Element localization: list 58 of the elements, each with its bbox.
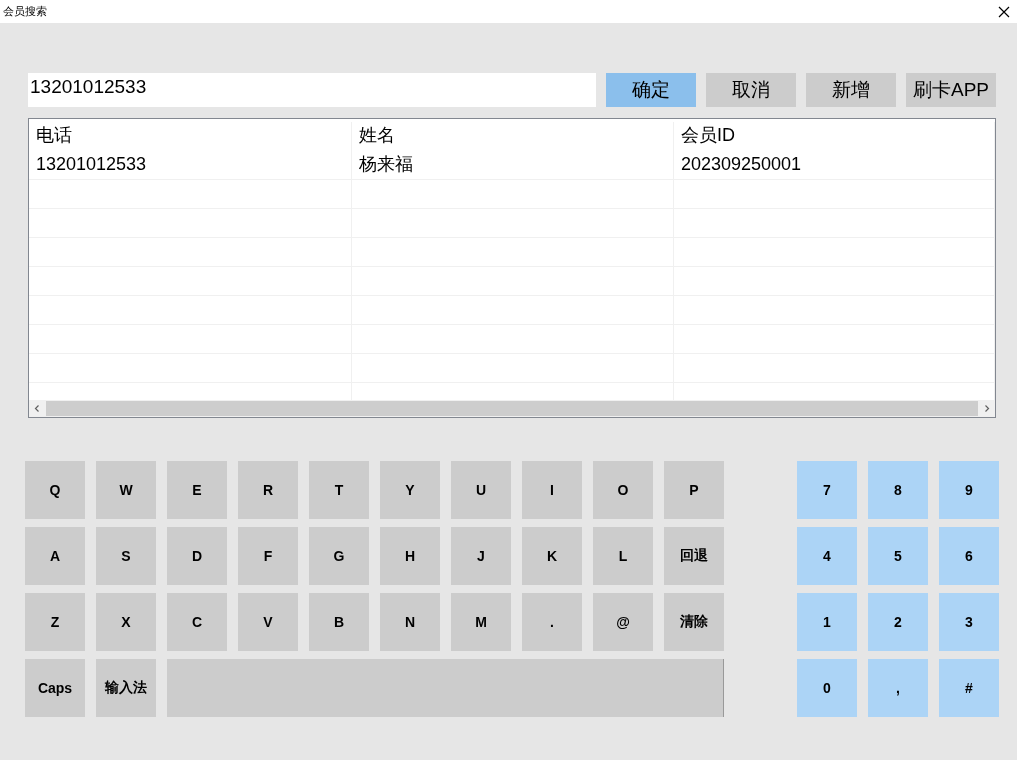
numpad-key[interactable]: 1 <box>797 593 857 651</box>
keyboard-key[interactable]: P <box>664 461 724 519</box>
keyboard-key[interactable]: Q <box>25 461 85 519</box>
keyboard-key[interactable]: R <box>238 461 298 519</box>
numpad-key[interactable]: 4 <box>797 527 857 585</box>
keyboard-key[interactable]: 回退 <box>664 527 724 585</box>
numpad-key[interactable]: 2 <box>868 593 928 651</box>
keyboard-key[interactable]: V <box>238 593 298 651</box>
table-cell: 202309250001 <box>674 151 995 179</box>
numpad-key[interactable]: 3 <box>939 593 999 651</box>
horizontal-scrollbar[interactable] <box>29 400 995 417</box>
keyboard-key[interactable]: 清除 <box>664 593 724 651</box>
search-field[interactable]: 13201012533 <box>28 73 596 107</box>
keyboard-key[interactable]: T <box>309 461 369 519</box>
column-header: 姓名 <box>352 122 674 151</box>
numpad-key[interactable]: 8 <box>868 461 928 519</box>
keyboard-key[interactable]: L <box>593 527 653 585</box>
numpad-key[interactable]: 6 <box>939 527 999 585</box>
table-cell: 杨来福 <box>352 151 674 179</box>
numpad-key[interactable]: 9 <box>939 461 999 519</box>
keyboard-key[interactable]: U <box>451 461 511 519</box>
keyboard-key[interactable]: F <box>238 527 298 585</box>
keyboard-key[interactable]: D <box>167 527 227 585</box>
keyboard-key[interactable]: G <box>309 527 369 585</box>
numpad-key[interactable]: 7 <box>797 461 857 519</box>
keyboard-key[interactable]: @ <box>593 593 653 651</box>
numpad-key[interactable]: 0 <box>797 659 857 717</box>
numpad-key[interactable]: , <box>868 659 928 717</box>
numpad-key[interactable]: 5 <box>868 527 928 585</box>
keyboard-key[interactable]: O <box>593 461 653 519</box>
keyboard-key[interactable]: 输入法 <box>96 659 156 717</box>
keyboard-key[interactable]: Caps <box>25 659 85 717</box>
keyboard-key[interactable]: N <box>380 593 440 651</box>
close-icon[interactable] <box>997 4 1011 19</box>
numpad-key[interactable]: # <box>939 659 999 717</box>
keyboard-key[interactable]: B <box>309 593 369 651</box>
column-header: 会员ID <box>674 122 995 151</box>
keyboard-key[interactable]: C <box>167 593 227 651</box>
window-title: 会员搜索 <box>3 4 47 19</box>
keyboard-key[interactable]: . <box>522 593 582 651</box>
keyboard-key[interactable]: A <box>25 527 85 585</box>
keyboard-key[interactable]: K <box>522 527 582 585</box>
keyboard-key[interactable]: S <box>96 527 156 585</box>
keyboard-key[interactable]: H <box>380 527 440 585</box>
column-header: 电话 <box>29 122 352 151</box>
table-cell: 13201012533 <box>29 151 352 179</box>
keyboard-key[interactable]: J <box>451 527 511 585</box>
keyboard-key[interactable]: E <box>167 461 227 519</box>
keyboard-key[interactable]: M <box>451 593 511 651</box>
action-button[interactable]: 取消 <box>706 73 796 107</box>
keyboard-key[interactable]: Z <box>25 593 85 651</box>
action-button[interactable]: 确定 <box>606 73 696 107</box>
keyboard-key[interactable]: W <box>96 461 156 519</box>
keyboard-key[interactable]: Y <box>380 461 440 519</box>
keyboard-key[interactable]: I <box>522 461 582 519</box>
keyboard-key[interactable]: X <box>96 593 156 651</box>
action-button[interactable]: 新增 <box>806 73 896 107</box>
action-button[interactable]: 刷卡APP <box>906 73 996 107</box>
